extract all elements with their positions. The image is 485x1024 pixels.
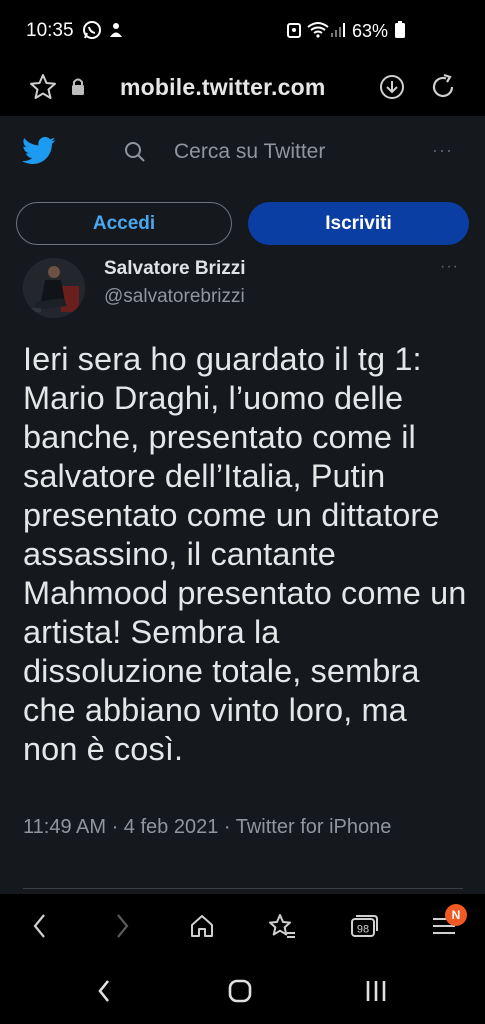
recents-icon xyxy=(366,981,386,1001)
signal-icon xyxy=(331,23,345,37)
twitter-logo-icon[interactable] xyxy=(22,136,56,166)
chevron-left-icon xyxy=(33,914,45,938)
whatsapp-icon xyxy=(83,21,101,39)
tabs-count: 98 xyxy=(357,924,369,936)
bookmarks-button[interactable] xyxy=(262,908,302,944)
battery-icon xyxy=(395,21,405,38)
search-input[interactable] xyxy=(174,140,354,164)
tweet-more-icon[interactable]: ··· xyxy=(440,258,459,276)
divider xyxy=(23,888,463,889)
notification-badge: N xyxy=(445,904,467,926)
home-icon xyxy=(191,915,213,937)
wifi-icon xyxy=(307,22,329,38)
system-nav-bar xyxy=(0,958,485,1024)
login-button[interactable]: Accedi xyxy=(16,202,232,245)
tabs-button[interactable]: 98 xyxy=(344,908,384,944)
home-circle-icon xyxy=(228,979,252,1003)
more-options-icon[interactable]: ··· xyxy=(432,140,453,161)
tweet-text: Ieri sera ho guardato il tg 1: Mario Dra… xyxy=(23,341,467,767)
download-icon[interactable] xyxy=(377,72,407,102)
search-icon xyxy=(125,142,145,162)
tweet-timestamp[interactable]: 11:49 AM · 4 feb 2021 · Twitter for iPho… xyxy=(23,813,423,842)
system-home-button[interactable] xyxy=(220,976,260,1006)
avatar-image xyxy=(23,258,85,318)
system-recents-button[interactable] xyxy=(356,976,396,1006)
reload-icon[interactable] xyxy=(428,72,458,102)
status-bar: 10:35 63% xyxy=(0,0,485,62)
author-name[interactable]: Salvatore Brizzi xyxy=(104,258,246,280)
browser-toolbar: 98 N xyxy=(0,894,485,958)
url-field[interactable]: mobile.twitter.com xyxy=(120,74,326,101)
system-back-button[interactable] xyxy=(84,976,124,1006)
home-button[interactable] xyxy=(182,908,222,944)
alarm-icon xyxy=(287,23,301,38)
search-box[interactable] xyxy=(100,128,360,174)
back-arrow-icon xyxy=(98,980,110,1002)
lock-icon xyxy=(72,78,84,95)
status-time: 10:35 xyxy=(26,20,74,41)
tabs-icon: 98 xyxy=(351,915,378,937)
back-button[interactable] xyxy=(20,908,60,944)
twitter-page: ··· Accedi Iscriviti Salvatore Brizzi @s… xyxy=(0,116,485,894)
avatar[interactable] xyxy=(23,258,85,318)
notification-icon xyxy=(110,23,122,37)
bookmark-star-icon[interactable] xyxy=(28,72,58,102)
browser-address-bar: mobile.twitter.com xyxy=(0,62,485,114)
chevron-right-icon xyxy=(117,914,129,938)
battery-percent: 63% xyxy=(352,21,389,41)
signup-button[interactable]: Iscriviti xyxy=(248,202,469,245)
bookmarks-star-icon xyxy=(269,914,295,938)
author-handle[interactable]: @salvatorebrizzi xyxy=(104,286,245,308)
forward-button[interactable] xyxy=(102,908,142,944)
